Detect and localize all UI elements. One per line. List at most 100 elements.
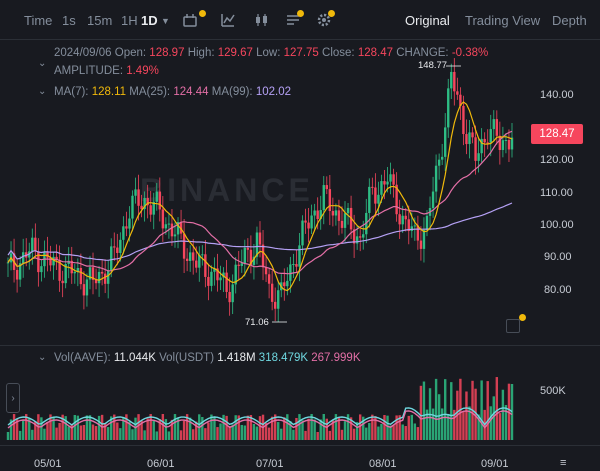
volume-bar [504, 404, 508, 440]
volume-bar [116, 422, 119, 440]
volume-bar [304, 430, 307, 440]
volume-bar [207, 422, 210, 440]
volume-bar [21, 420, 25, 440]
collapse-volume-icon[interactable]: ⌄ [38, 352, 46, 363]
candle-body [122, 226, 125, 240]
volume-bar [371, 414, 374, 440]
candle-body [425, 215, 429, 231]
candle-body [261, 244, 265, 268]
candle-body [106, 270, 110, 284]
candle-body [316, 210, 319, 219]
volume-bar [155, 431, 158, 440]
candle-body [313, 210, 316, 216]
candle-body [79, 268, 83, 285]
candle-body [453, 71, 456, 92]
volume-bar [106, 427, 110, 440]
y-tick: 80.00 [544, 284, 572, 296]
volume-bar [182, 420, 186, 440]
volume-bar [18, 430, 22, 440]
candle-body [474, 137, 477, 161]
volume-info-line: Vol(AAVE): 11.044K Vol(USDT) 1.418M 318.… [54, 352, 361, 364]
axis-settings-icon[interactable]: ≡ [560, 457, 566, 469]
candle-body [73, 271, 76, 274]
volume-bar [280, 428, 283, 440]
candle-body [182, 233, 186, 259]
volume-bar [91, 424, 95, 440]
candle-body [258, 232, 262, 245]
candle-body [277, 290, 280, 309]
candle-body [380, 181, 383, 195]
volume-bar [228, 426, 231, 440]
candle-body [149, 205, 152, 215]
expand-panel-handle[interactable]: › [6, 383, 20, 413]
volume-bar [243, 425, 247, 440]
candle-body [128, 218, 131, 229]
candle-body [100, 271, 104, 274]
candle-body [85, 279, 89, 296]
candle-body [392, 174, 395, 185]
x-tick: 08/01 [369, 458, 397, 470]
candle-body [304, 220, 307, 223]
volume-bar [450, 382, 453, 440]
volume-bar [444, 379, 447, 440]
candle-body [331, 211, 335, 216]
candle-body [495, 119, 499, 136]
candle-body [243, 247, 247, 264]
candle-body [195, 260, 198, 268]
candle-body [219, 277, 222, 281]
candle-body [210, 271, 213, 286]
candle-body [462, 105, 465, 135]
volume-bar [240, 424, 243, 440]
candle-body [358, 236, 362, 238]
candle-body [434, 165, 438, 192]
y-tick: 100.00 [540, 219, 574, 231]
candle-body [419, 240, 423, 249]
last-price-badge: 128.47 [531, 124, 583, 144]
candle-body [510, 137, 514, 150]
candle-body [371, 186, 374, 188]
candle-body [422, 230, 426, 249]
volume-bar [328, 430, 332, 440]
volume-bar [380, 423, 383, 440]
candle-body [322, 185, 325, 211]
volume-bar [82, 424, 86, 440]
candle-body [465, 134, 468, 145]
volume-bar [137, 414, 140, 440]
volume-bar [343, 421, 347, 440]
vol-ma-value-1: 318.479K [258, 352, 309, 364]
candle-body [337, 210, 341, 221]
candle-body [21, 252, 25, 264]
volume-bar [352, 428, 356, 440]
candle-body [398, 214, 401, 225]
candle-body [137, 189, 140, 206]
candle-body [264, 267, 268, 275]
candle-body [173, 234, 177, 237]
vol-ma-value-2: 267.999K [311, 352, 361, 364]
candle-body [164, 224, 168, 229]
pane-separator[interactable] [0, 345, 600, 346]
candle-body [228, 291, 231, 303]
volume-bar [225, 415, 228, 440]
candle-body [355, 236, 359, 244]
volume-bar [79, 425, 83, 440]
candle-body [225, 272, 228, 292]
candle-body [237, 264, 240, 266]
vol-label-2: Vol(USDT) [159, 352, 215, 364]
candle-body [310, 215, 313, 229]
vol-value-1: 11.044K [113, 352, 156, 364]
candle-body [125, 226, 128, 229]
volume-bar [40, 417, 43, 440]
candle-body [37, 251, 40, 273]
y-tick: 140.00 [540, 89, 574, 101]
volume-bar [43, 428, 46, 440]
candle-body [504, 139, 508, 141]
scale-toggle-button[interactable] [506, 319, 520, 333]
volume-bar [143, 430, 146, 440]
volume-bar [97, 415, 101, 440]
price-chart[interactable] [0, 0, 600, 471]
volume-group [6, 377, 514, 440]
candle-body [410, 226, 414, 231]
x-tick: 09/01 [481, 458, 509, 470]
candle-body [116, 247, 119, 253]
volume-bar [386, 415, 389, 440]
